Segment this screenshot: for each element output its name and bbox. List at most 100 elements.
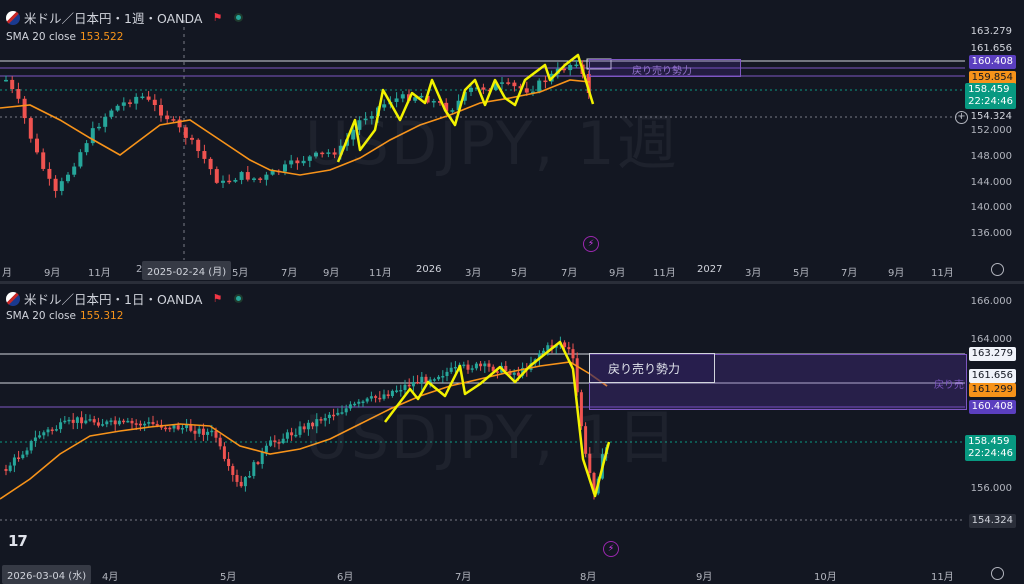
candle-body xyxy=(172,425,176,429)
candle-body xyxy=(25,450,29,455)
candle-body xyxy=(252,178,256,180)
daily-symbol-legend[interactable]: 米ドル／日本円・1日・OANDA ⚑ xyxy=(6,289,244,308)
sell-zone-title-box[interactable]: 戻り売り勢力 xyxy=(589,353,715,383)
candle-body xyxy=(59,181,64,191)
daily-sma-legend[interactable]: SMA 20 close 155.312 xyxy=(6,310,123,322)
candle-body xyxy=(165,115,170,120)
daily-chart-pane[interactable]: 米ドル／日本円・1日・OANDA ⚑ SMA 20 close 155.312 U… xyxy=(0,284,1024,584)
candle-body xyxy=(196,139,201,152)
candle-body xyxy=(168,427,172,430)
sma-value: 153.522 xyxy=(80,31,124,43)
candle-body xyxy=(117,420,121,425)
candle-body xyxy=(206,431,210,435)
sell-zone-box[interactable]: 戻り売り勢力 xyxy=(589,59,741,77)
candle-body xyxy=(80,417,84,424)
chart-settings-gear-icon[interactable] xyxy=(991,263,1004,276)
currency-flag-icon xyxy=(6,10,20,25)
candle-body xyxy=(176,425,180,430)
x-tick: 9月 xyxy=(888,268,905,279)
candle-body xyxy=(146,96,151,100)
candle-body xyxy=(483,363,487,367)
candle-body xyxy=(289,160,294,165)
price-tick-136: 136.000 xyxy=(970,228,1012,239)
weekly-chart-pane[interactable]: 米ドル／日本円・1週・OANDA ⚑ SMA 20 close 153.522 U… xyxy=(0,0,1024,282)
candle-body xyxy=(283,164,287,172)
sma-value: 155.312 xyxy=(80,310,124,322)
candle-body xyxy=(121,102,126,106)
red-flag-icon[interactable]: ⚑ xyxy=(212,292,222,305)
price-tick-148: 148.000 xyxy=(970,151,1012,162)
candle-body xyxy=(202,151,207,159)
candle-body xyxy=(537,80,542,92)
candle-body xyxy=(481,87,486,90)
candle-body xyxy=(151,422,155,425)
candle-body xyxy=(512,372,516,375)
candle-body xyxy=(147,422,151,424)
candle-body xyxy=(193,430,197,434)
candle-body xyxy=(500,82,504,84)
candle-body xyxy=(294,434,298,437)
countdown: 22:24:46 xyxy=(968,448,1013,459)
add-alert-plus-icon[interactable]: + xyxy=(955,111,968,124)
candle-body xyxy=(227,458,231,467)
x-tick: 月 xyxy=(2,268,12,279)
candle-body xyxy=(462,364,466,367)
candle-body xyxy=(231,466,235,475)
candle-body xyxy=(227,180,232,183)
candle-body xyxy=(47,168,52,179)
x-tick: 9月 xyxy=(696,572,713,583)
x-tick: 5月 xyxy=(232,268,249,279)
sell-zone-label: 戻り売り勢力 xyxy=(632,66,692,77)
candle-body xyxy=(109,420,113,422)
weekly-sma-legend[interactable]: SMA 20 close 153.522 xyxy=(6,31,123,43)
price-tick-154324: 154.324 xyxy=(970,111,1012,122)
candle-body xyxy=(155,424,159,426)
candle-body xyxy=(239,481,243,487)
candle-body xyxy=(235,474,239,482)
sell-zone-label-right: 戻り売 xyxy=(934,380,964,391)
daily-symbol-title: 米ドル／日本円・1日・OANDA xyxy=(24,292,203,307)
weekly-symbol-title: 米ドル／日本円・1週・OANDA xyxy=(24,11,203,26)
candle-body xyxy=(159,105,163,116)
x-tick: 10月 xyxy=(814,572,837,583)
event-bolt-icon[interactable]: ⚡ xyxy=(583,236,599,252)
candle-body xyxy=(245,172,250,180)
chart-settings-gear-icon[interactable] xyxy=(991,567,1004,580)
candle-body xyxy=(54,429,58,431)
x-tick: 7月 xyxy=(281,268,298,279)
candle-body xyxy=(126,420,130,423)
current-price-label: 158.459 22:24:46 xyxy=(965,83,1016,109)
candle-body xyxy=(97,126,101,129)
price-tick-166: 166.000 xyxy=(970,296,1012,307)
market-open-icon xyxy=(234,13,244,22)
candle-body xyxy=(53,178,58,191)
candle-body xyxy=(92,419,96,423)
candle-body xyxy=(239,172,244,180)
market-open-icon xyxy=(234,294,244,303)
candle-body xyxy=(42,432,46,436)
candle-body xyxy=(96,422,100,426)
x-tick: 2026 xyxy=(416,264,442,275)
tradingview-logo[interactable]: 17 xyxy=(8,532,28,550)
red-flag-icon[interactable]: ⚑ xyxy=(212,11,222,24)
sma-label: SMA 20 close xyxy=(6,31,76,43)
candle-body xyxy=(71,419,75,423)
candle-body xyxy=(138,423,142,426)
candle-body xyxy=(143,423,147,426)
candle-body xyxy=(12,457,16,466)
event-bolt-icon[interactable]: ⚡ xyxy=(603,541,619,557)
candle-body xyxy=(75,417,79,423)
candle-body xyxy=(22,98,27,119)
weekly-symbol-legend[interactable]: 米ドル／日本円・1週・OANDA ⚑ xyxy=(6,8,244,27)
candle-body xyxy=(269,440,273,446)
candle-body xyxy=(441,376,445,378)
candle-body xyxy=(469,87,473,92)
price-tick-161656: 161.656 xyxy=(970,43,1012,54)
candle-body xyxy=(449,367,453,372)
candle-body xyxy=(67,419,71,422)
price-label-161656: 161.656 xyxy=(968,369,1016,383)
candle-body xyxy=(524,88,529,93)
x-tick: 7月 xyxy=(455,572,472,583)
candle-body xyxy=(479,363,483,367)
candle-body xyxy=(222,446,226,459)
